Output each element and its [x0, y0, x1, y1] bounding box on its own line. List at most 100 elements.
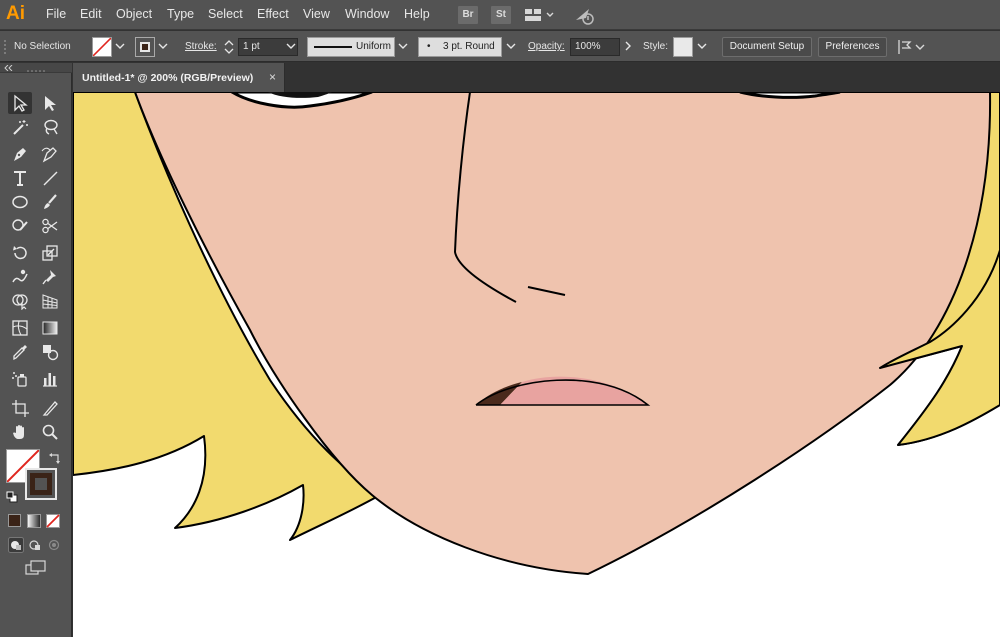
opacity-label[interactable]: Opacity:	[528, 41, 565, 52]
selection-status: No Selection	[14, 41, 71, 52]
scale-tool[interactable]	[38, 242, 62, 264]
hand-tool[interactable]	[8, 421, 32, 443]
draw-inside-icon[interactable]	[46, 537, 62, 553]
brush-chevron-icon[interactable]	[505, 40, 517, 52]
type-t-icon	[14, 171, 26, 186]
document-tab-bar: Untitled-1* @ 200% (RGB/Preview) ×	[73, 63, 1000, 92]
brush-dot-icon: •	[427, 41, 431, 52]
menu-view[interactable]: View	[303, 7, 330, 21]
tools-panel	[0, 63, 72, 637]
artboard-canvas[interactable]	[73, 92, 1000, 637]
rotate-tool[interactable]	[8, 242, 32, 264]
menu-select[interactable]: Select	[208, 7, 243, 21]
lasso-tool[interactable]	[38, 116, 62, 138]
warp-tool[interactable]	[8, 266, 32, 288]
graphic-style-swatch[interactable]	[673, 37, 693, 57]
type-tool[interactable]	[8, 167, 32, 189]
paintbrush-icon	[44, 194, 57, 209]
line-segment-tool[interactable]	[38, 167, 62, 189]
style-label: Style:	[643, 41, 669, 52]
document-tab[interactable]: Untitled-1* @ 200% (RGB/Preview) ×	[73, 63, 285, 92]
arrange-documents-icon[interactable]	[524, 6, 556, 24]
close-tab-icon[interactable]: ×	[269, 70, 276, 84]
gradient-tool[interactable]	[38, 317, 62, 339]
menu-effect[interactable]: Effect	[257, 7, 289, 21]
control-bar: No Selection Stroke: 1 pt Uniform • 3 pt…	[0, 31, 1000, 62]
character-illustration[interactable]	[73, 92, 1000, 637]
hand-icon	[13, 425, 24, 439]
zoom-tool[interactable]	[38, 421, 62, 443]
fill-swatch[interactable]	[92, 37, 112, 57]
gradient-mode-button[interactable]	[27, 514, 41, 528]
rotate-icon	[13, 246, 27, 260]
menu-edit[interactable]: Edit	[80, 7, 102, 21]
swap-fill-stroke-icon[interactable]	[48, 451, 62, 465]
symbol-sprayer-tool[interactable]	[8, 368, 32, 390]
curvature-pen-icon	[41, 147, 57, 163]
tools-panel-header[interactable]	[0, 63, 72, 73]
none-mode-button[interactable]	[46, 514, 60, 528]
brush-definition-dropdown[interactable]: • 3 pt. Round	[418, 37, 502, 57]
blend-tool[interactable]	[38, 341, 62, 363]
selection-tool[interactable]	[8, 92, 32, 114]
curvature-tool[interactable]	[38, 143, 62, 165]
direct-selection-tool[interactable]	[38, 92, 62, 114]
stroke-dropdown-chevron-icon[interactable]	[157, 40, 169, 52]
perspective-grid-tool[interactable]	[38, 290, 62, 312]
magic-wand-tool[interactable]	[8, 116, 32, 138]
menu-help[interactable]: Help	[404, 7, 430, 21]
column-graph-tool[interactable]	[38, 368, 62, 390]
draw-behind-icon[interactable]	[27, 537, 43, 553]
stroke-weight-chevron-icon[interactable]	[285, 40, 297, 52]
magic-wand-icon	[13, 120, 28, 135]
stroke-profile-dropdown[interactable]: Uniform	[307, 37, 395, 57]
menu-bar: Ai File Edit Object Type Select Effect V…	[0, 0, 1000, 30]
align-options-icon[interactable]	[896, 38, 930, 56]
panel-grip-icon	[4, 40, 6, 54]
zoom-magnifier-icon	[42, 424, 58, 440]
draw-normal-icon[interactable]	[8, 537, 24, 553]
menu-file[interactable]: File	[46, 7, 66, 21]
document-tab-title: Untitled-1* @ 200% (RGB/Preview)	[82, 72, 254, 84]
menu-window[interactable]: Window	[345, 7, 389, 21]
slice-tool[interactable]	[38, 397, 62, 419]
bridge-button[interactable]: Br	[458, 6, 478, 24]
menu-type[interactable]: Type	[167, 7, 194, 21]
shaper-tool[interactable]	[8, 215, 32, 237]
eyedropper-tool[interactable]	[8, 341, 32, 363]
document-setup-button[interactable]: Document Setup	[722, 37, 812, 57]
mesh-icon	[12, 320, 28, 336]
blend-icon	[43, 345, 59, 361]
stroke-profile-chevron-icon[interactable]	[397, 40, 409, 52]
shape-builder-tool[interactable]	[8, 290, 32, 312]
mesh-tool[interactable]	[8, 317, 32, 339]
ellipse-tool[interactable]	[8, 191, 32, 213]
selection-arrow-icon	[14, 94, 28, 112]
pen-tool[interactable]	[8, 143, 32, 165]
pen-nib-icon	[14, 148, 26, 161]
fill-dropdown-chevron-icon[interactable]	[114, 40, 126, 52]
stroke-swatch[interactable]	[135, 37, 155, 57]
collapse-chevrons-icon[interactable]	[4, 65, 14, 71]
shaper-icon	[12, 219, 28, 231]
stroke-color-box[interactable]	[25, 468, 57, 500]
opacity-field[interactable]: 100%	[570, 38, 620, 56]
stroke-color-icon	[140, 42, 150, 52]
artboard-tool[interactable]	[8, 397, 32, 419]
scissors-tool[interactable]	[38, 215, 62, 237]
stroke-label[interactable]: Stroke:	[185, 41, 217, 52]
menu-object[interactable]: Object	[116, 7, 152, 21]
change-screen-mode-icon[interactable]	[25, 560, 47, 576]
color-mode-button[interactable]	[8, 514, 21, 527]
puppet-warp-tool[interactable]	[38, 266, 62, 288]
gpu-performance-icon[interactable]	[573, 6, 597, 26]
stroke-profile-value: Uniform	[356, 41, 392, 52]
default-fill-stroke-icon[interactable]	[6, 491, 18, 503]
paintbrush-tool[interactable]	[38, 191, 62, 213]
style-chevron-icon[interactable]	[696, 40, 708, 52]
perspective-grid-icon	[42, 294, 58, 309]
stock-button[interactable]: St	[491, 6, 511, 24]
stroke-weight-stepper-icon[interactable]	[222, 38, 236, 56]
preferences-button[interactable]: Preferences	[818, 37, 887, 57]
opacity-arrow-icon[interactable]	[622, 40, 634, 52]
